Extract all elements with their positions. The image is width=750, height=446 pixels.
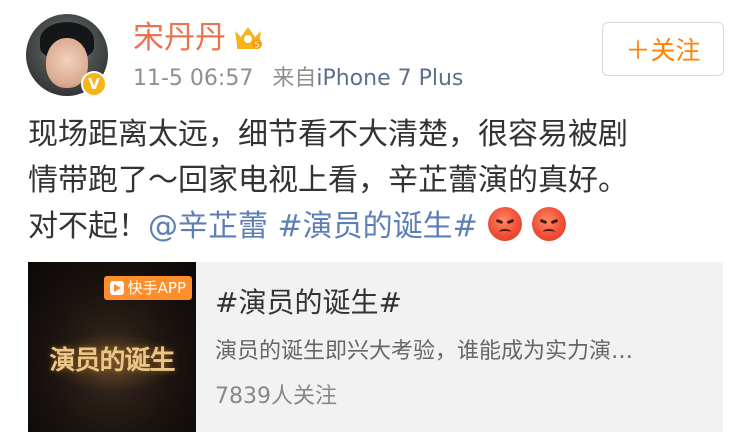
topic-follower-count: 7839人关注	[215, 384, 337, 409]
mention-link[interactable]: @辛芷蕾	[148, 209, 268, 244]
kuaishou-badge: 快手APP	[103, 276, 192, 300]
kuaishou-icon	[109, 281, 124, 295]
post-line-3-text: 对不起！	[28, 209, 148, 244]
hashtag-link[interactable]: #演员的诞生#	[278, 209, 478, 244]
post-meta: 11-5 06:57 来自iPhone 7 Plus	[133, 64, 463, 94]
username[interactable]: 宋丹丹	[133, 18, 226, 58]
topic-card[interactable]: 快手APP 演员的诞生 #演员的诞生# 演员的诞生即兴大考验，谁能成为实力演… …	[28, 262, 723, 432]
kuaishou-badge-label: 快手APP	[127, 279, 186, 297]
topic-description: 演员的诞生即兴大考验，谁能成为实力演…	[215, 339, 634, 364]
post-source[interactable]: iPhone 7 Plus	[316, 66, 463, 91]
angry-icon: ✳	[531, 203, 569, 241]
post-line-1: 现场距离太远，细节看不大清楚，很容易被剧	[28, 117, 628, 152]
topic-title: #演员的诞生#	[215, 286, 402, 319]
svg-text:5: 5	[254, 41, 259, 50]
angry-icon: ✳	[487, 203, 525, 241]
show-logo: 演员的诞生	[49, 346, 175, 376]
verified-badge-icon: V	[81, 71, 107, 97]
topic-thumbnail: 快手APP 演员的诞生	[28, 262, 196, 432]
post-line-2: 情带跑了～回家电视上看，辛芷蕾演的真好。	[28, 163, 628, 198]
post-line-3: 对不起！@辛芷蕾 #演员的诞生# ✳ ✳	[28, 203, 728, 250]
post-time: 11-5 06:57	[133, 66, 254, 91]
source-prefix: 来自	[272, 66, 317, 91]
crown-icon: 5	[235, 27, 262, 50]
follow-button[interactable]: ＋关注	[602, 22, 724, 76]
post-text: 现场距离太远，细节看不大清楚，很容易被剧 情带跑了～回家电视上看，辛芷蕾演的真好…	[28, 112, 728, 250]
